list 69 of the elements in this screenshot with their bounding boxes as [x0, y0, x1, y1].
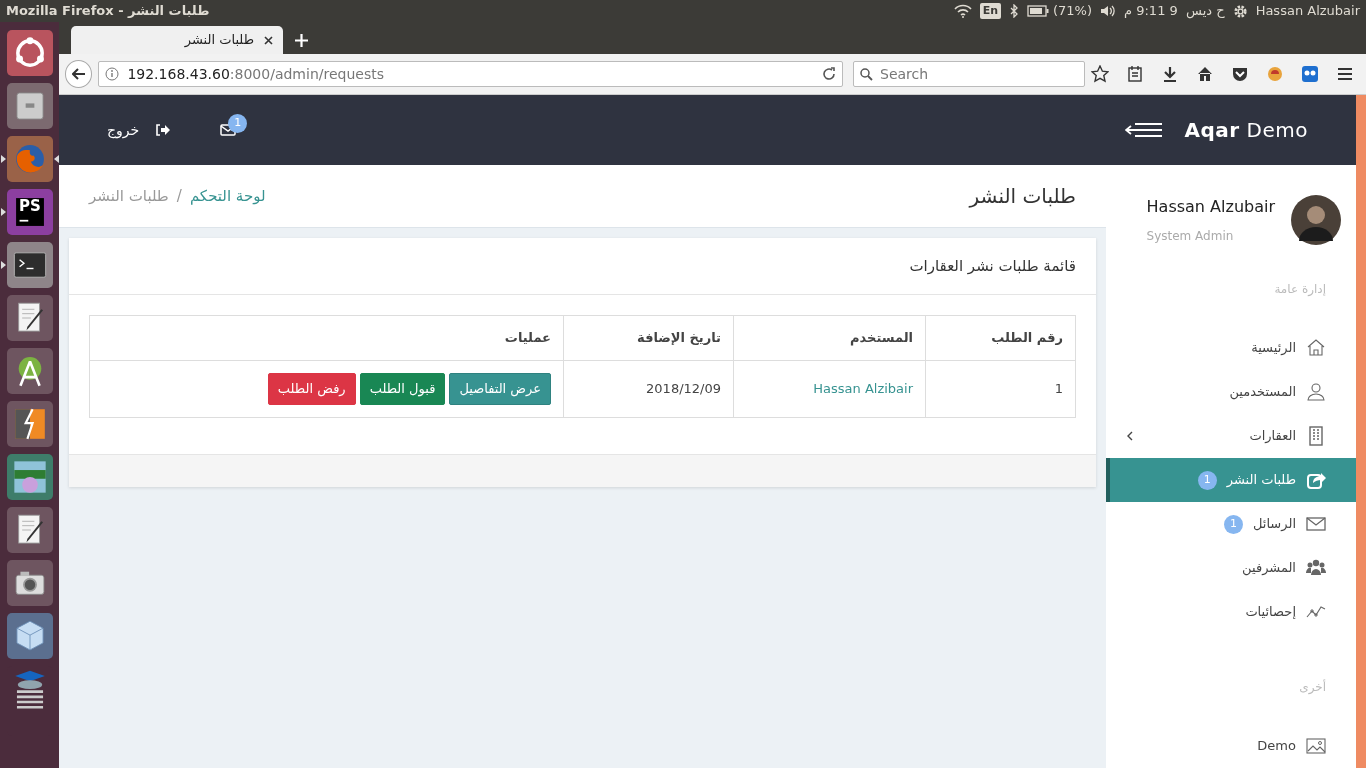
close-icon[interactable] — [264, 35, 273, 45]
profile-name: Hassan Alzubair — [1146, 196, 1275, 218]
users-icon — [1306, 558, 1326, 578]
image-icon — [1306, 736, 1326, 756]
home-icon[interactable] — [1196, 65, 1214, 83]
envelope-icon — [1306, 514, 1326, 534]
breadcrumb-separator: / — [176, 185, 182, 207]
menu-icon[interactable] — [1336, 65, 1354, 83]
logout-link[interactable]: خروج — [107, 119, 171, 141]
browser-tab[interactable]: طلبات النشر — [71, 26, 283, 54]
table-cell: 1 — [925, 360, 1076, 417]
count-badge: 1 — [1223, 514, 1243, 534]
column-header: رقم الطلب — [925, 315, 1076, 361]
wifi-icon[interactable] — [953, 4, 972, 18]
bluetooth-icon[interactable] — [1009, 4, 1019, 18]
clock[interactable]: ح ديس 9 9:11 م — [1124, 1, 1225, 21]
battery-percent: (71%) — [1053, 2, 1093, 21]
gear-icon[interactable] — [1232, 3, 1248, 19]
breadcrumb-current: طلبات النشر — [89, 185, 169, 207]
reading-list-icon[interactable] — [1126, 65, 1144, 83]
home-icon — [1306, 338, 1326, 358]
new-tab-icon[interactable] — [295, 34, 308, 47]
column-header: عمليات — [89, 315, 564, 361]
action-button[interactable]: قبول الطلب — [359, 373, 446, 405]
table-cell: 2018/12/09 — [563, 360, 734, 417]
logout-icon — [155, 124, 171, 136]
sidebar-toggle-icon[interactable] — [1124, 122, 1163, 138]
extension-icon[interactable] — [1301, 65, 1319, 83]
address-field[interactable]: 192.168.43.60:8000/admin/requests — [98, 61, 843, 87]
sidebar-item[interactable]: المستخدمين — [1106, 370, 1356, 414]
info-icon[interactable] — [105, 67, 120, 81]
card-title: قائمة طلبات نشر العقارات — [909, 255, 1076, 277]
notification-badge: 1 — [228, 114, 248, 133]
sidebar-item[interactable]: الرئيسية — [1106, 326, 1356, 370]
keyboard-indicator[interactable]: En — [979, 2, 1001, 20]
pocket-icon[interactable] — [1231, 65, 1249, 83]
battery-icon[interactable] — [1027, 5, 1049, 17]
search-field[interactable]: Search — [853, 61, 1085, 87]
bookmark-star-icon[interactable] — [1091, 65, 1109, 83]
user-name[interactable]: Hassan Alzubair — [1255, 1, 1360, 21]
sidebar-item[interactable]: المشرفين — [1106, 546, 1356, 590]
avatar — [1291, 195, 1341, 245]
profile-role: System Admin — [1146, 228, 1235, 245]
envelope-icon[interactable] — [220, 124, 237, 136]
volume-icon[interactable] — [1100, 4, 1117, 18]
extension-icon[interactable] — [1266, 65, 1284, 83]
breadcrumb-link[interactable]: لوحة التحكم — [189, 184, 266, 208]
window-title: Mozilla Firefox - طلبات النشر — [6, 2, 210, 21]
brand-logo[interactable]: Aqar Demo — [1184, 115, 1308, 145]
page-title: طلبات النشر — [969, 183, 1076, 210]
column-header: تاريخ الإضافة — [563, 315, 734, 361]
download-icon[interactable] — [1161, 65, 1179, 83]
share-icon — [1306, 470, 1326, 490]
reload-icon[interactable] — [822, 67, 836, 81]
sidebar-item[interactable]: إحصائيات — [1106, 590, 1356, 634]
user-icon — [1306, 382, 1326, 402]
user-link[interactable]: Hassan Alzibair — [813, 381, 913, 396]
search-icon — [860, 68, 873, 81]
section-label: إدارة عامة — [1273, 281, 1327, 298]
back-arrow-icon — [71, 68, 86, 80]
back-button[interactable] — [65, 60, 93, 88]
section-label: أخرى — [1298, 678, 1327, 696]
action-button[interactable]: رفض الطلب — [267, 373, 356, 405]
sidebar-item[interactable]: العقارات — [1106, 414, 1356, 458]
sidebar-item[interactable]: Demo — [1106, 724, 1356, 768]
count-badge: 1 — [1197, 470, 1217, 490]
action-button[interactable]: عرض التفاصيل — [449, 373, 551, 405]
building-icon — [1306, 426, 1326, 446]
column-header: المستخدم — [733, 315, 926, 361]
